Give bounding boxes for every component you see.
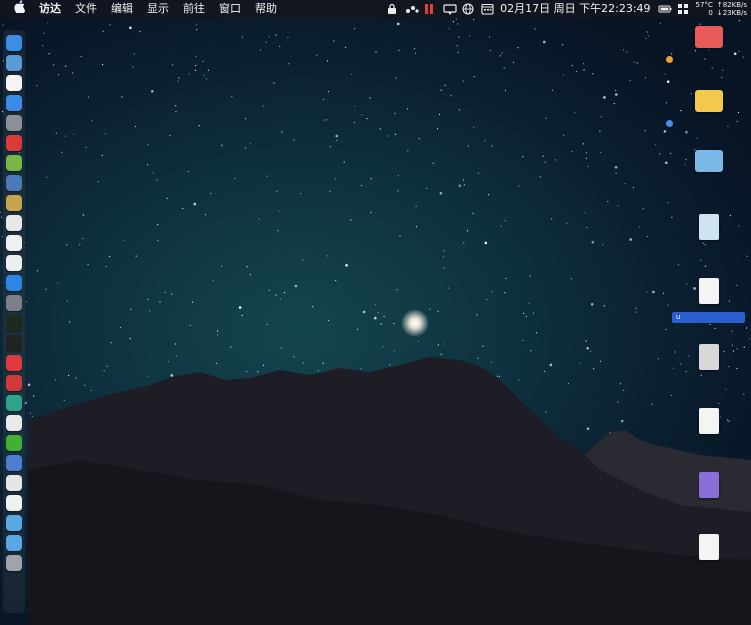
- battery-icon[interactable]: [658, 3, 672, 15]
- shield-file-icon: [699, 214, 719, 240]
- pause-icon[interactable]: [424, 3, 436, 15]
- android-icon[interactable]: [6, 155, 22, 171]
- control-center-icon[interactable]: [677, 3, 689, 15]
- menubar-clock[interactable]: 02月17日 周日 下午22:23:49: [500, 0, 650, 18]
- bright-star: [401, 309, 429, 337]
- system-preferences-icon[interactable]: [6, 295, 22, 311]
- desktop-item[interactable]: [674, 26, 744, 51]
- photos-icon[interactable]: [6, 215, 22, 231]
- network-speed-monitor[interactable]: 57°C ↑82KB/s 0 ↓23KB/s: [696, 1, 747, 17]
- globe-icon[interactable]: [462, 3, 474, 15]
- screenshot-file-icon: [699, 344, 719, 370]
- mountain-silhouette: [28, 309, 751, 625]
- netease-music-icon[interactable]: [6, 375, 22, 391]
- script-editor-icon[interactable]: [6, 475, 22, 491]
- downloads-folder-icon[interactable]: [6, 535, 22, 551]
- menu-window[interactable]: 窗口: [219, 0, 241, 18]
- preview-icon[interactable]: [6, 175, 22, 191]
- launchpad-icon[interactable]: [6, 115, 22, 131]
- app-store-red-icon[interactable]: [6, 135, 22, 151]
- download-speed: ↓23KB/s: [716, 9, 747, 17]
- blue-folder-icon: [695, 150, 723, 172]
- orange-tag-dot: [666, 56, 673, 63]
- desktop-item[interactable]: [674, 472, 744, 501]
- notification-icon[interactable]: [443, 3, 457, 15]
- desktop-item[interactable]: [674, 150, 744, 175]
- lock-icon[interactable]: [386, 3, 398, 15]
- yellow-folder-icon: [695, 90, 723, 112]
- menu-bar: 访达 文件 编辑 显示 前往 窗口 帮助 02月17日 周日 下午22:23:4…: [0, 0, 751, 18]
- cpu-load: 0: [708, 9, 713, 17]
- terminal-icon[interactable]: [6, 335, 22, 351]
- activity-monitor-icon[interactable]: [6, 315, 22, 331]
- desktop-item[interactable]: [674, 344, 744, 373]
- cpu-temperature: 57°C: [695, 1, 713, 9]
- notes-icon[interactable]: [6, 195, 22, 211]
- menu-file[interactable]: 文件: [75, 0, 97, 18]
- calendar-icon[interactable]: [481, 3, 494, 15]
- upload-speed: ↑82KB/s: [716, 1, 747, 9]
- sync-icon[interactable]: [6, 395, 22, 411]
- app-store-icon[interactable]: [6, 275, 22, 291]
- red-folder-icon: [695, 26, 723, 48]
- document-icon[interactable]: [6, 255, 22, 271]
- desktop-wallpaper: [0, 0, 751, 625]
- desktop-item[interactable]: [674, 278, 744, 307]
- desktop-item[interactable]: [674, 408, 744, 437]
- menu-go[interactable]: 前往: [183, 0, 205, 18]
- screen-sharing-icon[interactable]: [6, 455, 22, 471]
- trash-icon[interactable]: [6, 555, 22, 571]
- dots-icon[interactable]: [405, 3, 419, 15]
- desktop-icon-column: u: [666, 18, 751, 625]
- desktop-item[interactable]: [674, 90, 744, 115]
- textedit-icon[interactable]: [6, 235, 22, 251]
- app-menu-finder[interactable]: 访达: [39, 0, 61, 18]
- desktop-item[interactable]: [674, 534, 744, 563]
- calendar-icon[interactable]: [6, 75, 22, 91]
- wechat-icon[interactable]: [6, 435, 22, 451]
- menu-help[interactable]: 帮助: [255, 0, 277, 18]
- folder-icon[interactable]: [6, 515, 22, 531]
- qq-icon[interactable]: [6, 495, 22, 511]
- app-file-icon: [699, 472, 719, 498]
- selected-item-label[interactable]: u: [672, 312, 745, 323]
- document-file-icon: [699, 408, 719, 434]
- blue-tag-dot: [666, 120, 673, 127]
- dock: [3, 30, 25, 613]
- vivaldi-icon[interactable]: [6, 355, 22, 371]
- desktop-item[interactable]: [674, 214, 744, 243]
- menu-view[interactable]: 显示: [147, 0, 169, 18]
- menu-edit[interactable]: 编辑: [111, 0, 133, 18]
- blank-file-icon: [699, 278, 719, 304]
- safari-icon[interactable]: [6, 95, 22, 111]
- apple-menu-icon[interactable]: [14, 0, 26, 19]
- text-file-icon: [699, 534, 719, 560]
- yandex-browser-icon[interactable]: [6, 415, 22, 431]
- network-icon[interactable]: [6, 55, 22, 71]
- finder-icon[interactable]: [6, 35, 22, 51]
